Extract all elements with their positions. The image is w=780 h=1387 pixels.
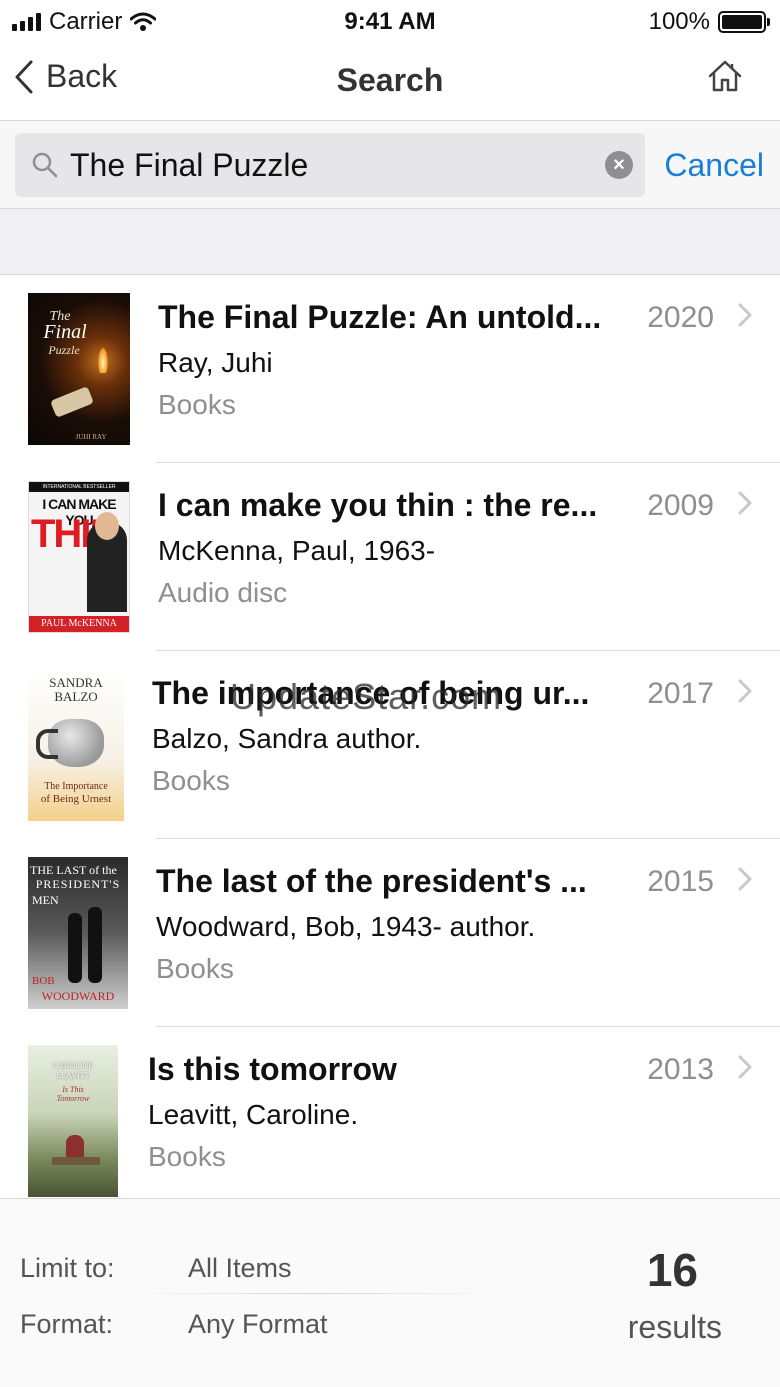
- result-format: Books: [158, 389, 236, 420]
- list-item[interactable]: THE LAST of the PRESIDENT'S MEN BOB WOOD…: [0, 839, 780, 1027]
- list-item[interactable]: INTERNATIONAL BESTSELLER I CAN MAKE YOU …: [0, 463, 780, 651]
- result-title: I can make you thin : the re...: [158, 487, 598, 523]
- result-year: 2009: [647, 489, 714, 522]
- result-format: Books: [156, 953, 234, 984]
- limit-selector[interactable]: All Items: [188, 1253, 292, 1284]
- search-icon: [32, 152, 58, 178]
- battery-percent: 100%: [648, 8, 710, 35]
- result-title: The last of the president's ...: [156, 863, 587, 899]
- format-label: Format:: [20, 1309, 114, 1339]
- home-icon: [708, 60, 742, 92]
- search-query: The Final Puzzle: [70, 147, 309, 183]
- home-button[interactable]: [708, 60, 742, 97]
- result-year: 2015: [647, 865, 714, 898]
- chevron-right-icon: [738, 679, 752, 703]
- book-cover: CAROLINE LEAVITT Is This Tomorrow: [28, 1045, 118, 1197]
- section-spacer: [0, 209, 780, 275]
- list-item[interactable]: CAROLINE LEAVITT Is This Tomorrow Is thi…: [0, 1027, 780, 1198]
- result-year: 2013: [647, 1053, 714, 1086]
- result-author: Balzo, Sandra author.: [152, 723, 422, 754]
- result-title: Is this tomorrow: [148, 1051, 397, 1087]
- battery-icon: [718, 11, 770, 33]
- status-bar: Carrier 9:41 AM 100%: [0, 0, 780, 44]
- book-cover: THE LAST of the PRESIDENT'S MEN BOB WOOD…: [28, 857, 128, 1009]
- page-title: Search: [336, 62, 444, 98]
- list-item[interactable]: The Final Puzzle JUHI RAY The Final Puzz…: [0, 275, 780, 463]
- result-year: 2020: [647, 301, 714, 334]
- nav-bar: Back Search: [0, 44, 780, 120]
- result-year: 2017: [647, 677, 714, 710]
- results-count-label: results: [627, 1309, 722, 1345]
- results-list: The Final Puzzle JUHI RAY The Final Puzz…: [0, 275, 780, 1198]
- list-item[interactable]: SANDRA BALZO The Importance of Being Urn…: [0, 651, 780, 839]
- result-title: The Final Puzzle: An untold...: [158, 299, 602, 335]
- chevron-right-icon: [738, 491, 752, 515]
- search-bar: The Final Puzzle × Cancel: [0, 120, 780, 209]
- book-cover: INTERNATIONAL BESTSELLER I CAN MAKE YOU …: [28, 481, 130, 633]
- limit-label: Limit to:: [20, 1253, 115, 1283]
- result-author: Ray, Juhi: [158, 347, 273, 378]
- chevron-right-icon: [738, 303, 752, 327]
- divider: [120, 1293, 510, 1294]
- result-format: Books: [152, 765, 230, 796]
- search-input[interactable]: The Final Puzzle ×: [15, 133, 645, 197]
- format-selector[interactable]: Any Format: [188, 1309, 328, 1340]
- status-right: 100%: [648, 8, 770, 36]
- result-title: The importance of being ur...: [152, 675, 590, 711]
- chevron-right-icon: [738, 1055, 752, 1079]
- results-count: 16: [646, 1244, 698, 1296]
- result-author: Woodward, Bob, 1943- author.: [156, 911, 536, 942]
- result-format: Books: [148, 1141, 226, 1172]
- chevron-right-icon: [738, 867, 752, 891]
- filter-footer: Limit to: All Items Format: Any Format 1…: [0, 1198, 780, 1387]
- result-format: Audio disc: [158, 577, 288, 608]
- book-cover: The Final Puzzle JUHI RAY: [28, 293, 130, 445]
- result-author: Leavitt, Caroline.: [148, 1099, 359, 1130]
- result-author: McKenna, Paul, 1963-: [158, 535, 436, 566]
- clear-icon[interactable]: ×: [605, 151, 633, 179]
- cancel-button[interactable]: Cancel: [664, 147, 764, 184]
- book-cover: SANDRA BALZO The Importance of Being Urn…: [28, 669, 124, 821]
